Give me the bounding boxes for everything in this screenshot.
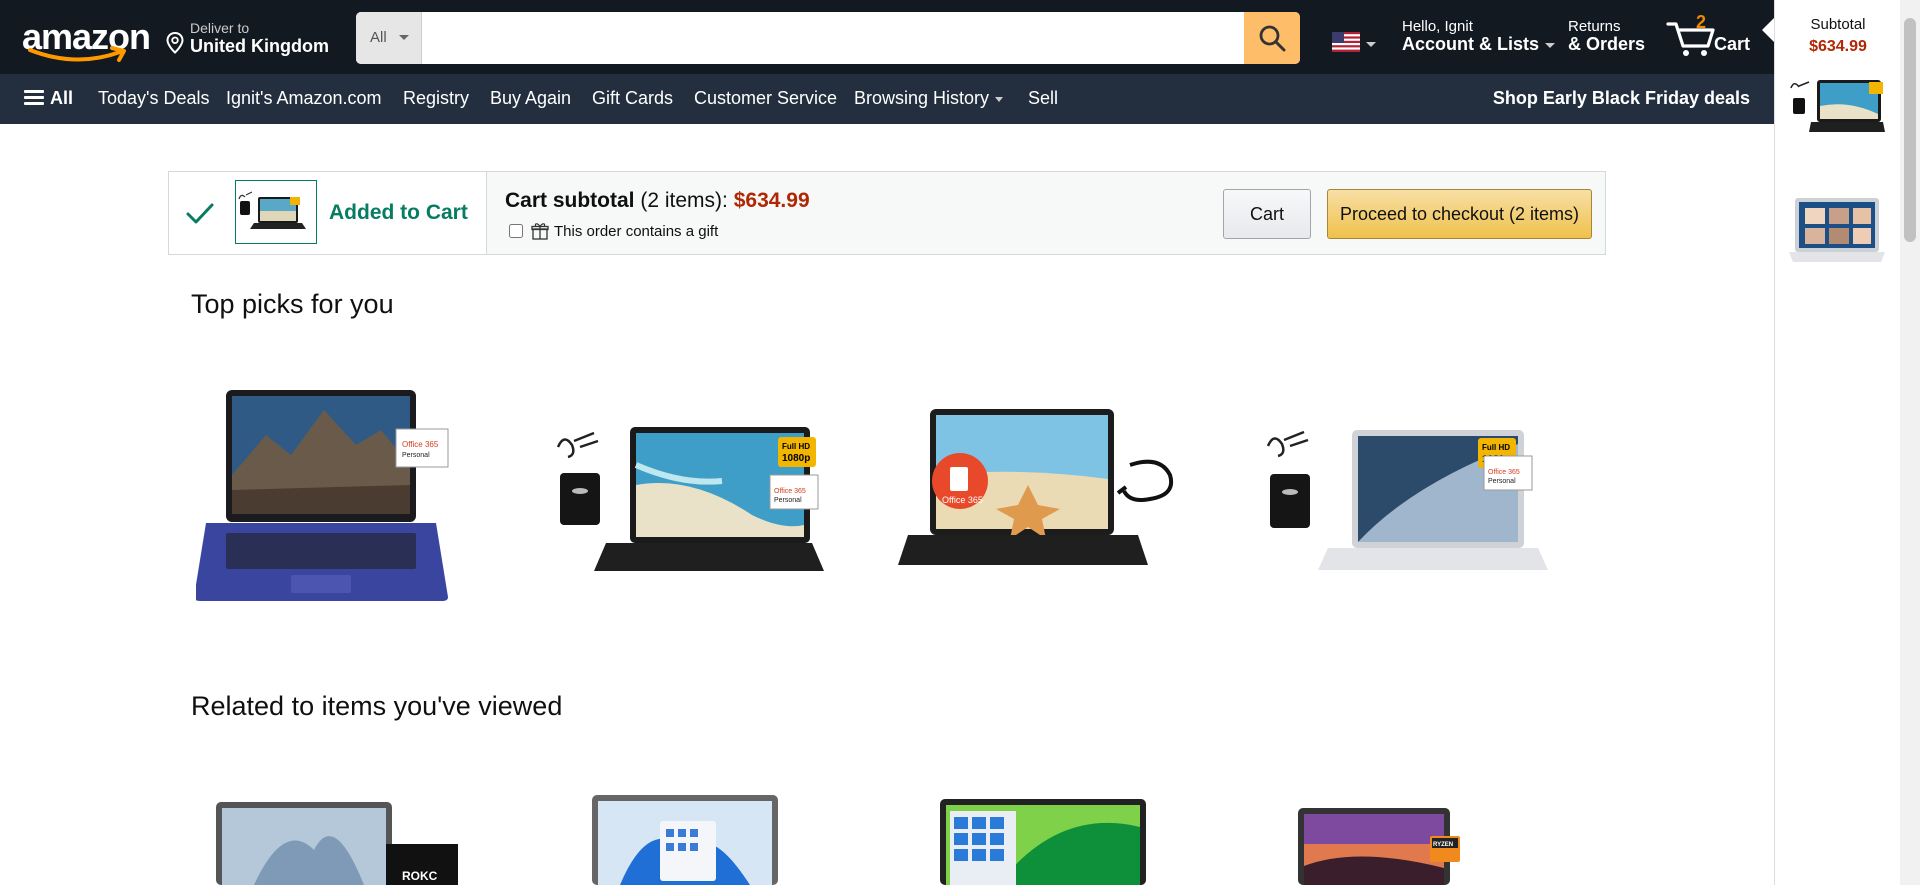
- nav-registry[interactable]: Registry: [403, 88, 469, 109]
- laptop-bundle-image: [238, 191, 306, 229]
- gift-option[interactable]: This order contains a gift: [509, 222, 718, 240]
- nav-gift-cards[interactable]: Gift Cards: [592, 88, 673, 109]
- nav-buy-again[interactable]: Buy Again: [490, 88, 571, 109]
- proceed-to-checkout-button[interactable]: Proceed to checkout (2 items): [1327, 189, 1592, 239]
- laptop-bundle-image: Full HD 1080p Office 365 Personal: [556, 427, 824, 571]
- product-tag-fullhd: Full HD: [782, 442, 810, 451]
- side-subtotal-label: Subtotal: [1810, 16, 1866, 33]
- product-tag-office: Office 365: [774, 488, 806, 495]
- page-scrollbar[interactable]: [1900, 0, 1920, 885]
- product-card[interactable]: RYZEN: [1296, 806, 1468, 885]
- laptop-product-image: [940, 799, 1146, 885]
- us-flag-icon: [1332, 32, 1360, 52]
- cart-subtotal-price: $634.99: [733, 189, 810, 212]
- scrollbar-thumb[interactable]: [1904, 18, 1916, 242]
- product-tag-rokc: ROKC: [402, 869, 438, 883]
- top-picks-heading: Top picks for you: [191, 289, 394, 319]
- nav-browsing-history[interactable]: Browsing History: [854, 88, 1004, 109]
- product-tag-personal: Personal: [774, 497, 802, 504]
- laptop-product-image: Office 365: [898, 409, 1173, 565]
- chevron-down-icon: [399, 35, 409, 40]
- product-tag-office: Office 365: [402, 440, 439, 449]
- account-greeting: Hello, Ignit: [1402, 18, 1473, 35]
- returns-and-orders[interactable]: Returns & Orders: [1568, 18, 1645, 55]
- browsing-history-label: Browsing History: [854, 88, 990, 108]
- search-input[interactable]: [422, 12, 1244, 64]
- nav-my-amazon[interactable]: Ignit's Amazon.com: [226, 88, 382, 109]
- side-cart-item[interactable]: [1789, 78, 1885, 141]
- product-tag-ryzen: RYZEN: [1433, 842, 1453, 848]
- top-navbar: amazon Deliver to United Kingdom All Hel…: [0, 0, 1774, 74]
- account-and-lists[interactable]: Hello, Ignit Account & Lists: [1402, 18, 1556, 55]
- product-card[interactable]: Full HD 1080p Office 365 Personal: [1262, 424, 1552, 584]
- side-cart-pointer: [1762, 18, 1774, 42]
- laptop-product-image: [1789, 198, 1885, 262]
- amazon-logo[interactable]: amazon: [18, 12, 151, 62]
- side-cart-item[interactable]: [1789, 196, 1885, 271]
- all-menu-label: All: [50, 88, 74, 108]
- product-tag-personal: Personal: [1488, 478, 1516, 485]
- deliver-label: Deliver to: [190, 20, 250, 36]
- black-friday-promo-link[interactable]: Shop Early Black Friday deals: [1493, 88, 1750, 109]
- nav-sell[interactable]: Sell: [1028, 88, 1058, 109]
- language-flag-selector[interactable]: [1330, 30, 1380, 54]
- cart-item-count: (2 items):: [640, 189, 728, 212]
- chevron-down-icon: [1545, 42, 1556, 48]
- returns-label: Returns: [1568, 18, 1621, 35]
- search-category-value: All: [370, 29, 387, 46]
- laptop-product-image: ROKC: [216, 802, 458, 885]
- added-to-cart-banner: Added to Cart Cart subtotal (2 items): $…: [168, 171, 1606, 255]
- related-items-heading: Related to items you've viewed: [191, 691, 563, 721]
- product-card[interactable]: [590, 793, 780, 885]
- product-tag-personal: Personal: [402, 452, 430, 459]
- product-card[interactable]: [938, 797, 1148, 885]
- cart-subtotal: Cart subtotal (2 items): $634.99: [505, 189, 810, 213]
- gift-checkbox[interactable]: [509, 224, 523, 238]
- go-to-cart-button[interactable]: Cart: [1223, 189, 1311, 239]
- product-tag-fullhd: Full HD: [1482, 443, 1510, 452]
- search-button[interactable]: [1244, 12, 1300, 64]
- product-card[interactable]: ROKC: [214, 800, 460, 885]
- product-card[interactable]: Office 365 Personal: [196, 385, 456, 605]
- side-cart-panel: Subtotal $634.99: [1774, 0, 1900, 885]
- laptop-product-image: Office 365 Personal: [196, 390, 449, 601]
- product-tag-res: 1080p: [782, 453, 810, 464]
- added-item-thumbnail[interactable]: [235, 180, 317, 244]
- product-card[interactable]: Office 365: [898, 405, 1188, 585]
- cart-subtotal-label: Cart subtotal: [505, 189, 635, 212]
- cart-label: Cart: [1714, 34, 1751, 54]
- page: amazon Deliver to United Kingdom All Hel…: [0, 0, 1920, 885]
- added-to-cart-label: Added to Cart: [329, 201, 468, 224]
- added-to-cart-panel: Added to Cart: [169, 172, 487, 254]
- chevron-down-icon: [1366, 42, 1376, 47]
- logo-smile-icon: [28, 46, 126, 62]
- all-menu-button[interactable]: All: [24, 88, 73, 109]
- product-card[interactable]: Full HD 1080p Office 365 Personal: [552, 425, 832, 585]
- chevron-down-icon: [995, 96, 1004, 102]
- search-category-select[interactable]: All: [356, 12, 422, 64]
- cart-link[interactable]: 2 Cart: [1666, 12, 1751, 58]
- nav-todays-deals[interactable]: Today's Deals: [98, 88, 210, 109]
- search-bar: All: [356, 12, 1300, 64]
- laptop-bundle-image: Full HD 1080p Office 365 Personal: [1266, 430, 1548, 570]
- account-label: Account & Lists: [1402, 34, 1540, 54]
- gift-icon: [531, 223, 549, 240]
- gift-label: This order contains a gift: [554, 222, 719, 240]
- secondary-navbar: All Today's Deals Ignit's Amazon.com Reg…: [0, 74, 1774, 124]
- search-icon: [1259, 25, 1286, 52]
- laptop-product-image: [592, 795, 778, 885]
- product-tag-office: Office 365: [1488, 469, 1520, 476]
- location-pin-icon: [166, 32, 184, 54]
- deliver-location: United Kingdom: [190, 36, 329, 56]
- nav-customer-service[interactable]: Customer Service: [694, 88, 837, 109]
- side-subtotal-price: $634.99: [1809, 38, 1867, 55]
- cart-count-badge: 2: [1695, 12, 1706, 32]
- laptop-product-image: RYZEN: [1298, 808, 1460, 885]
- orders-label: & Orders: [1568, 34, 1646, 54]
- hamburger-icon: [24, 89, 44, 105]
- laptop-bundle-image: [1790, 80, 1885, 132]
- checkmark-icon: [186, 203, 214, 224]
- product-tag-office: Office 365: [942, 495, 983, 505]
